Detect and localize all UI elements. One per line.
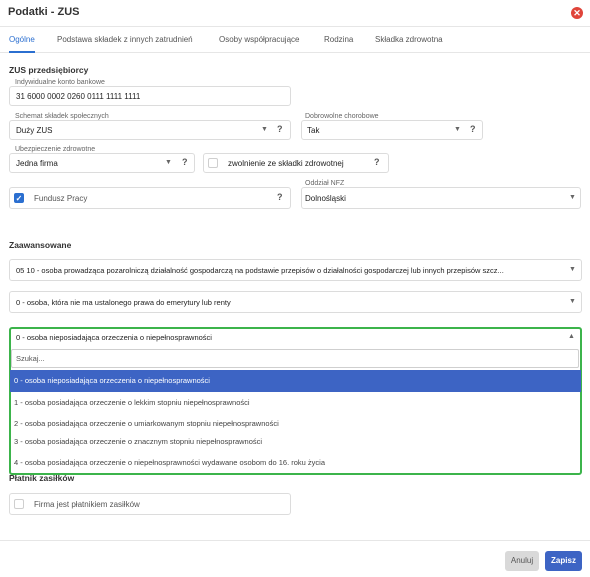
dropdown-option[interactable]: 0 - osoba nieposiadająca orzeczenia o ni… bbox=[10, 370, 581, 392]
labor-fund-field[interactable]: ✓ Fundusz Pracy ? bbox=[9, 187, 291, 209]
social-scheme-value: Duży ZUS bbox=[16, 126, 53, 135]
health-insurance-value: Jedna firma bbox=[16, 159, 58, 168]
chevron-up-icon[interactable]: ▲ bbox=[568, 333, 575, 340]
allowance-payer-label: Firma jest płatnikiem zasiłków bbox=[34, 500, 140, 509]
health-insurance-select[interactable]: Ubezpieczenie zdrowotne Jedna firma ▼ ? bbox=[9, 146, 195, 173]
tab-skladka-zdrowotna[interactable]: Składka zdrowotna bbox=[375, 27, 443, 53]
health-exemption-checkbox[interactable] bbox=[208, 158, 218, 168]
health-exemption-label: zwolnienie ze składki zdrowotnej bbox=[228, 159, 344, 168]
health-insurance-label: Ubezpieczenie zdrowotne bbox=[14, 146, 97, 153]
dropdown-option[interactable]: 4 - osoba posiadająca orzeczenie o niepe… bbox=[10, 452, 581, 474]
save-button[interactable]: Zapisz bbox=[545, 551, 582, 571]
cancel-button[interactable]: Anuluj bbox=[505, 551, 539, 571]
advanced-section-title: Zaawansowane bbox=[9, 240, 72, 250]
labor-fund-checkbox[interactable]: ✓ bbox=[14, 193, 24, 203]
dropdown-option[interactable]: 1 - osoba posiadająca orzeczenie o lekki… bbox=[10, 392, 581, 414]
disability-select-value[interactable]: 0 - osoba nieposiadająca orzeczenia o ni… bbox=[16, 333, 212, 342]
help-icon[interactable]: ? bbox=[277, 124, 283, 134]
title-code-value: 05 10 - osoba prowadząca pozarolniczą dz… bbox=[16, 266, 504, 275]
help-icon[interactable]: ? bbox=[374, 157, 380, 167]
nfz-branch-value: Dolnośląski bbox=[305, 194, 346, 203]
chevron-down-icon[interactable]: ▼ bbox=[569, 266, 576, 273]
allowance-payer-field[interactable]: Firma jest płatnikiem zasiłków bbox=[9, 493, 291, 515]
help-icon[interactable]: ? bbox=[182, 157, 188, 167]
nfz-branch-label: Oddział NFZ bbox=[304, 180, 346, 187]
help-icon[interactable]: ? bbox=[470, 124, 476, 134]
footer-divider bbox=[0, 540, 590, 541]
pension-right-select[interactable]: 0 - osoba, która nie ma ustalonego prawa… bbox=[9, 291, 582, 313]
dialog-title: Podatki - ZUS bbox=[8, 6, 80, 18]
bank-account-value: 31 6000 0002 0260 0111 1111 1111 bbox=[16, 92, 141, 101]
nfz-branch-select[interactable]: Oddział NFZ Dolnośląski ▼ bbox=[301, 180, 581, 209]
voluntary-sickness-value: Tak bbox=[307, 126, 320, 135]
tab-rodzina[interactable]: Rodzina bbox=[324, 27, 353, 53]
zus-section-title: ZUS przedsiębiorcy bbox=[9, 65, 89, 75]
labor-fund-label: Fundusz Pracy bbox=[34, 194, 88, 203]
social-scheme-label: Schemat składek społecznych bbox=[14, 113, 110, 120]
tab-podstawa-skladek[interactable]: Podstawa składek z innych zatrudnień bbox=[57, 27, 193, 53]
allowance-payer-checkbox[interactable] bbox=[14, 499, 24, 509]
tab-ogolne[interactable]: Ogólne bbox=[9, 27, 35, 53]
dropdown-option[interactable]: 3 - osoba posiadająca orzeczenie o znacz… bbox=[10, 431, 581, 453]
chevron-down-icon[interactable]: ▼ bbox=[569, 298, 576, 305]
title-code-select[interactable]: 05 10 - osoba prowadząca pozarolniczą dz… bbox=[9, 259, 582, 281]
help-icon[interactable]: ? bbox=[277, 192, 283, 202]
tab-bar: Ogólne Podstawa składek z innych zatrudn… bbox=[0, 27, 590, 53]
dropdown-search-input[interactable]: Szukaj... bbox=[11, 349, 579, 368]
chevron-down-icon[interactable]: ▼ bbox=[569, 194, 576, 201]
chevron-down-icon[interactable]: ▼ bbox=[165, 159, 172, 166]
social-scheme-select[interactable]: Schemat składek społecznych Duży ZUS ▼ ? bbox=[9, 113, 291, 140]
health-exemption-field[interactable]: zwolnienie ze składki zdrowotnej ? bbox=[203, 153, 389, 173]
chevron-down-icon[interactable]: ▼ bbox=[261, 126, 268, 133]
voluntary-sickness-select[interactable]: Dobrowolne chorobowe Tak ▼ ? bbox=[301, 113, 483, 140]
close-icon[interactable]: ✕ bbox=[571, 7, 583, 19]
tab-osoby-wspolpracujace[interactable]: Osoby współpracujące bbox=[219, 27, 299, 53]
voluntary-sickness-label: Dobrowolne chorobowe bbox=[304, 113, 380, 120]
bank-account-field[interactable]: Indywidualne konto bankowe 31 6000 0002 … bbox=[9, 79, 291, 106]
bank-account-label: Indywidualne konto bankowe bbox=[14, 79, 106, 86]
chevron-down-icon[interactable]: ▼ bbox=[454, 126, 461, 133]
search-placeholder: Szukaj... bbox=[16, 354, 45, 363]
pension-right-value: 0 - osoba, która nie ma ustalonego prawa… bbox=[16, 298, 231, 307]
